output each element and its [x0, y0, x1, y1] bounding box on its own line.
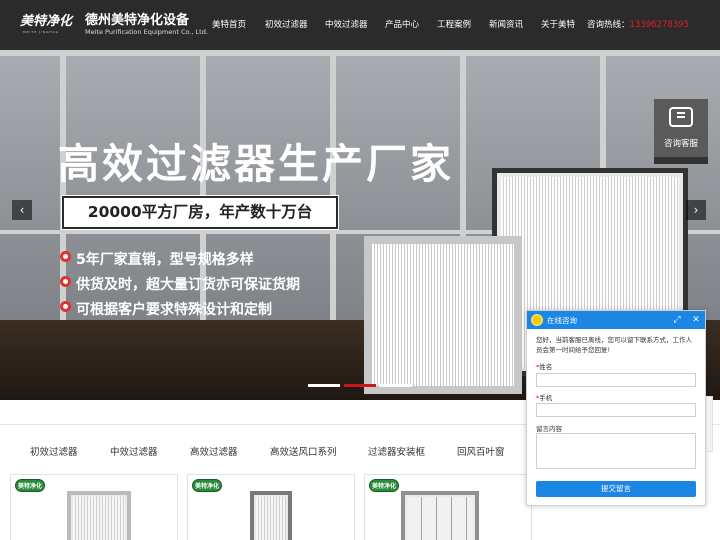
- company-name: 德州美特净化设备: [85, 13, 190, 28]
- phone-label: *手机: [536, 392, 552, 402]
- tab-hepa-filter[interactable]: 高效过滤器: [190, 444, 238, 458]
- tab-return-louver[interactable]: 回风百叶窗: [457, 444, 505, 458]
- banner-headline: 高效过滤器生产厂家: [58, 140, 454, 188]
- product-image: [401, 491, 479, 540]
- banner-subhead: 20000平方厂房，年产数十万台: [87, 203, 313, 221]
- filter-mesh: [73, 497, 125, 540]
- product-image: [67, 491, 131, 540]
- chat-logo-icon: [531, 314, 543, 326]
- nav-item-home[interactable]: 美特首页: [212, 18, 246, 30]
- filter-mesh: [256, 497, 286, 540]
- message-label: 留言内容: [536, 425, 562, 433]
- company-english-name: Meite Purification Equipment Co., Ltd.: [85, 28, 208, 36]
- nav-item-primary-filter[interactable]: 初效过滤器: [265, 18, 308, 30]
- scrollbar[interactable]: [706, 396, 713, 452]
- nav-item-about[interactable]: 关于美特: [541, 18, 575, 30]
- name-label-text: 姓名: [539, 363, 553, 371]
- tab-filter-frame[interactable]: 过滤器安装框: [368, 444, 425, 458]
- brand-badge: 美特净化: [15, 479, 45, 492]
- product-image: [250, 491, 292, 540]
- chat-bubble-icon: [669, 107, 693, 127]
- brand-badge: 美特净化: [369, 479, 399, 492]
- nav-item-medium-filter[interactable]: 中效过滤器: [325, 18, 368, 30]
- bullet-icon: [60, 301, 71, 312]
- chat-title: 在线咨询: [547, 316, 577, 325]
- nav-item-news[interactable]: 新闻资讯: [489, 18, 523, 30]
- chat-header[interactable]: 在线咨询 ⤢ ✕: [527, 311, 705, 329]
- bullet-icon: [60, 251, 71, 262]
- prev-slide-button[interactable]: ‹: [12, 200, 32, 220]
- brand-badge: 美特净化: [192, 479, 222, 492]
- next-slide-button[interactable]: ›: [686, 200, 706, 220]
- tab-hepa-diffuser[interactable]: 高效送风口系列: [270, 444, 337, 458]
- chat-widget: 在线咨询 ⤢ ✕ 您好，当前客服已离线，您可以留下联系方式，工作人员会第一时间给…: [526, 310, 706, 506]
- feature-text: 可根据客户要求特殊设计和定制: [76, 302, 272, 318]
- hotline: 咨询热线：13396278395: [587, 18, 689, 30]
- hotline-label: 咨询热线：: [587, 20, 630, 30]
- name-label: *姓名: [536, 361, 552, 371]
- name-input[interactable]: [536, 373, 696, 387]
- site-header: 美特净化 MEITE JINGHUA 德州美特净化设备 Meite Purifi…: [0, 0, 720, 50]
- hotline-number[interactable]: 13396278395: [630, 20, 690, 30]
- nav-item-products[interactable]: 产品中心: [385, 18, 419, 30]
- bullet-icon: [60, 276, 71, 287]
- customer-service-float[interactable]: 咨询客服: [654, 99, 708, 157]
- window-frame-post: [60, 50, 66, 330]
- brand-badge-text: 美特净化: [17, 483, 42, 490]
- product-card[interactable]: 美特净化: [187, 474, 355, 540]
- brand-badge-text: 美特净化: [194, 483, 219, 490]
- filter-image-front: [364, 236, 522, 394]
- banner-subhead-box: 20000平方厂房，年产数十万台: [62, 196, 338, 229]
- window-frame-top: [0, 50, 720, 56]
- window-frame-post: [330, 50, 336, 330]
- filter-mesh: [372, 244, 514, 386]
- feature-text: 供货及时，超大量订货亦可保证货期: [76, 277, 300, 293]
- feature-text: 5年厂家直销，型号规格多样: [76, 252, 254, 268]
- submit-message-button[interactable]: 提交留言: [536, 481, 696, 497]
- phone-input[interactable]: [536, 403, 696, 417]
- logo[interactable]: 美特净化 MEITE JINGHUA: [20, 10, 76, 40]
- message-textarea[interactable]: [536, 433, 696, 469]
- filter-grid: [407, 497, 473, 540]
- close-icon[interactable]: ✕: [690, 314, 702, 326]
- customer-service-bar: [654, 157, 708, 164]
- nav-item-cases[interactable]: 工程案例: [437, 18, 471, 30]
- slide-indicator-3[interactable]: [380, 384, 412, 387]
- slide-indicator-2[interactable]: [344, 384, 376, 387]
- chat-offline-message: 您好，当前客服已离线，您可以留下联系方式，工作人员会第一时间给予您回复!: [536, 336, 692, 354]
- page: 美特净化 MEITE JINGHUA 德州美特净化设备 Meite Purifi…: [0, 0, 720, 540]
- logo-subtext: MEITE JINGHUA: [23, 30, 59, 34]
- tab-medium-filter[interactable]: 中效过滤器: [110, 444, 158, 458]
- customer-service-label: 咨询客服: [663, 139, 698, 149]
- tab-primary-filter[interactable]: 初效过滤器: [30, 444, 78, 458]
- phone-label-text: 手机: [539, 394, 553, 402]
- slide-indicator-1[interactable]: [308, 384, 340, 387]
- product-card[interactable]: 美特净化: [10, 474, 178, 540]
- logo-text: 美特净化: [20, 14, 73, 29]
- maximize-icon[interactable]: ⤢: [671, 314, 683, 326]
- brand-badge-text: 美特净化: [371, 483, 396, 490]
- product-card[interactable]: 美特净化: [364, 474, 532, 540]
